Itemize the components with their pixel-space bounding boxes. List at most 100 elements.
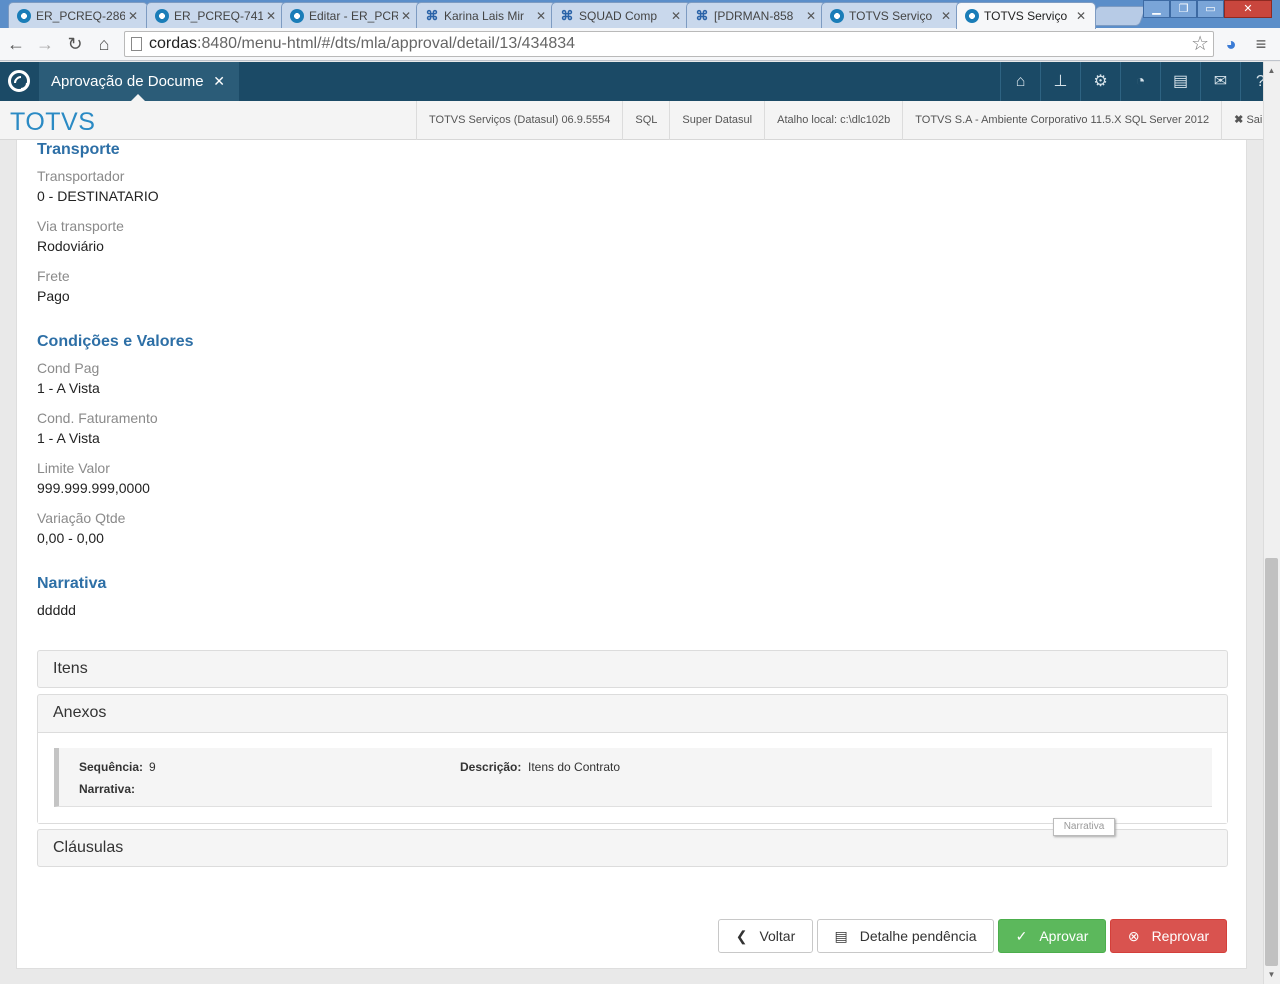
gear-icon[interactable]: ⚙ — [1080, 62, 1120, 101]
anexo-descricao-value: Itens do Contrato — [528, 760, 621, 774]
anexo-narrativa-label: Narrativa: — [79, 782, 136, 796]
aprovar-label: Aprovar — [1039, 928, 1089, 944]
window-close-button[interactable]: ✕ — [1224, 0, 1272, 18]
home-icon[interactable]: ⌂ — [92, 32, 116, 56]
voltar-label: Voltar — [759, 928, 796, 944]
info-bar: TOTVS TOTVS Serviços (Datasul) 06.9.5554… — [0, 101, 1280, 140]
home-icon[interactable]: ⌂ — [1000, 62, 1040, 101]
envelope-icon[interactable]: ✉ — [1200, 62, 1240, 101]
close-icon[interactable]: ✕ — [668, 9, 684, 23]
reprovar-label: Reprovar — [1151, 928, 1210, 944]
browser-tab-title: TOTVS Serviço — [849, 8, 933, 23]
scroll-up-icon[interactable]: ▲ — [1265, 64, 1278, 78]
section-title-transporte: Transporte — [37, 141, 120, 158]
environment-name: TOTVS S.A - Ambiente Corporativo 11.5.X … — [902, 101, 1221, 140]
totvs-logo-icon[interactable] — [8, 70, 30, 92]
totvs-icon — [965, 9, 979, 23]
close-icon[interactable]: ✕ — [213, 62, 225, 101]
field-label-via-transporte: Via transporte — [37, 218, 124, 234]
field-value-cond-pag: 1 - A Vista — [37, 380, 100, 396]
jira-icon: ⌘ — [560, 7, 574, 23]
browser-tabstrip: ER_PCREQ-286 ✕ ER_PCREQ-741 ✕ Editar - E… — [0, 0, 1280, 29]
scroll-down-icon[interactable]: ▼ — [1265, 968, 1278, 982]
totvs-icon — [17, 8, 31, 23]
browser-tab[interactable]: TOTVS Serviço ✕ — [821, 2, 961, 28]
app-tab-aprovacao[interactable]: Aprovação de Docume ✕ — [39, 62, 239, 101]
browser-tab-active[interactable]: TOTVS Serviço ✕ — [956, 2, 1096, 29]
restore-button[interactable]: ▭ — [1197, 0, 1224, 18]
url-host: cordas — [149, 35, 198, 52]
panel-itens[interactable]: Itens — [37, 650, 1228, 688]
new-tab-button[interactable] — [1089, 6, 1147, 26]
database-type: SQL — [622, 101, 669, 140]
close-icon[interactable]: ✕ — [263, 9, 279, 23]
times-circle-icon: ⊗ — [1127, 927, 1140, 944]
close-icon[interactable]: ✕ — [1073, 9, 1089, 23]
app-header: Aprovação de Docume ✕ ⌂ ⊥ ⚙ ◔ ▤ ✉ ? — [0, 62, 1280, 101]
minimize-button[interactable]: ▁ — [1143, 0, 1170, 18]
jira-icon: ⌘ — [695, 7, 709, 23]
detalhe-pendencia-label: Detalhe pendência — [859, 928, 977, 944]
browser-toolbar: ← → ↻ ⌂ cordas:8480/menu-html/#/dts/mla/… — [0, 28, 1280, 61]
browser-tab-title: ER_PCREQ-286 — [36, 8, 125, 23]
browser-tab-title: [PDRMAN-858 — [714, 8, 794, 23]
panel-anexos[interactable]: Anexos Sequência: 9 Descrição: Itens do … — [37, 694, 1228, 824]
chevron-left-icon: ❮ — [735, 927, 748, 944]
session-info: TOTVS Serviços (Datasul) 06.9.5554 SQL S… — [416, 101, 1280, 140]
browser-tab-title: Editar - ER_PCR — [309, 8, 398, 23]
close-icon[interactable]: ✕ — [398, 9, 414, 23]
browser-tab-title: SQUAD Comp — [579, 8, 658, 23]
back-icon[interactable]: ← — [4, 32, 28, 56]
url-path: :8480/menu-html/#/dts/mla/approval/detai… — [197, 35, 576, 52]
header-icon-bar: ⌂ ⊥ ⚙ ◔ ▤ ✉ ? — [1000, 62, 1280, 101]
field-value-frete: Pago — [37, 288, 70, 304]
local-shortcut: Atalho local: c:\dlc102b — [764, 101, 902, 140]
close-icon[interactable]: ✕ — [803, 9, 819, 23]
list-icon: ▤ — [834, 927, 848, 944]
product-version: TOTVS Serviços (Datasul) 06.9.5554 — [416, 101, 622, 140]
field-value-variacao-qtde: 0,00 - 0,00 — [37, 530, 104, 546]
browser-tab[interactable]: ER_PCREQ-286 ✕ — [8, 2, 148, 28]
dashboard-icon[interactable]: ◔ — [1120, 62, 1160, 101]
detalhe-pendencia-button[interactable]: ▤ Detalhe pendência — [817, 919, 994, 953]
voltar-button[interactable]: ❮ Voltar — [718, 919, 813, 953]
aprovar-button[interactable]: ✓ Aprovar — [998, 919, 1106, 953]
narrativa-text: ddddd — [37, 602, 76, 618]
totvs-icon — [290, 8, 304, 23]
user-name: Super Datasul — [669, 101, 764, 140]
address-bar[interactable]: cordas:8480/menu-html/#/dts/mla/approval… — [124, 31, 1214, 57]
anexo-descricao-label: Descrição: — [460, 760, 522, 774]
close-icon[interactable]: ✕ — [533, 9, 549, 23]
browser-tab[interactable]: ⌘ Karina Lais Mir ✕ — [416, 2, 556, 28]
close-icon[interactable]: ✕ — [125, 9, 141, 23]
anexos-body: Sequência: 9 Descrição: Itens do Contrat… — [38, 732, 1227, 823]
bookmark-star-icon[interactable]: ☆ — [1191, 32, 1209, 56]
scrollbar-thumb[interactable] — [1265, 558, 1278, 966]
extension-globe-icon[interactable]: ◕ — [1219, 32, 1243, 56]
approval-detail: Transporte Transportador 0 - DESTINATARI… — [16, 140, 1247, 969]
maximize-button[interactable]: ❐ — [1170, 0, 1197, 18]
jira-icon: ⌘ — [425, 7, 439, 23]
browser-tab-title: ER_PCREQ-741 — [174, 8, 263, 23]
browser-tab[interactable]: Editar - ER_PCR ✕ — [281, 2, 421, 28]
browser-tab-title: Karina Lais Mir — [444, 8, 525, 23]
app-tab-title: Aprovação de Docume — [51, 73, 204, 90]
anexo-sequencia-label: Sequência: — [79, 760, 144, 774]
reprovar-button[interactable]: ⊗ Reprovar — [1110, 919, 1227, 953]
section-title-narrativa: Narrativa — [37, 575, 107, 592]
sitemap-icon[interactable]: ⊥ — [1040, 62, 1080, 101]
brand-logo: TOTVS — [10, 108, 96, 136]
panel-title-clausulas: Cláusulas — [53, 839, 124, 856]
browser-tab[interactable]: ⌘ SQUAD Comp ✕ — [551, 2, 691, 28]
browser-tab[interactable]: ⌘ [PDRMAN-858 ✕ — [686, 2, 826, 28]
browser-tab[interactable]: ER_PCREQ-741 ✕ — [146, 2, 286, 28]
reload-icon[interactable]: ↻ — [63, 32, 87, 56]
panel-clausulas[interactable]: Cláusulas — [37, 829, 1228, 867]
panel-title-anexos: Anexos — [53, 704, 107, 721]
tooltip-narrativa: Narrativa — [1053, 818, 1115, 836]
forward-icon[interactable]: → — [33, 32, 57, 56]
menu-icon[interactable]: ≡ — [1249, 32, 1273, 56]
document-icon[interactable]: ▤ — [1160, 62, 1200, 101]
close-icon[interactable]: ✕ — [938, 9, 954, 23]
field-label-frete: Frete — [37, 268, 70, 284]
